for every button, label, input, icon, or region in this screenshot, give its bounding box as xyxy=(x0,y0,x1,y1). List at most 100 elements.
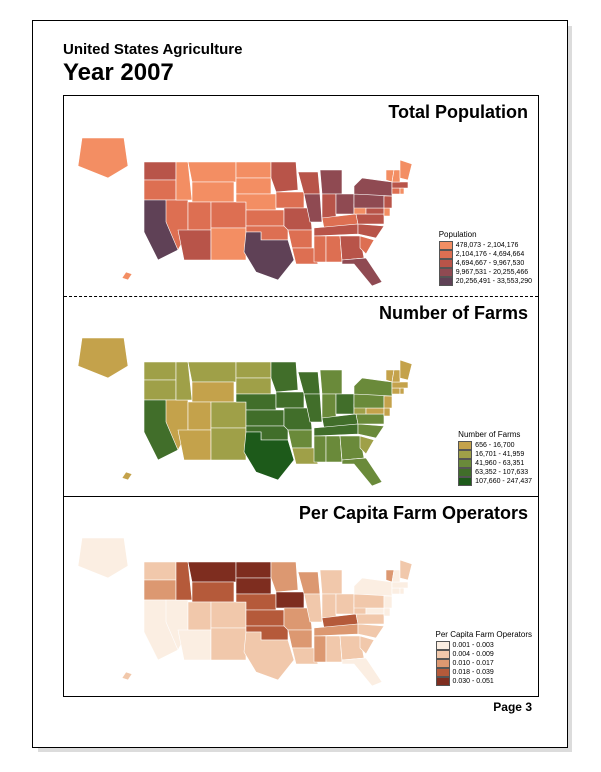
state-NJ xyxy=(384,396,392,408)
state-NC xyxy=(358,424,384,438)
state-OR xyxy=(144,580,176,600)
state-RI xyxy=(400,188,404,194)
legend-row: 0.004 - 0.009 xyxy=(436,650,532,659)
state-DE xyxy=(384,208,390,216)
state-AL xyxy=(326,636,342,662)
legend-swatch xyxy=(458,459,472,468)
legend-swatch xyxy=(436,650,450,659)
legend-row: 9,967,531 - 20,255,466 xyxy=(439,268,532,277)
legend-swatch xyxy=(436,677,450,686)
state-WY xyxy=(192,382,234,402)
state-OR xyxy=(144,180,176,200)
state-PA xyxy=(354,394,384,408)
page-number: Page 3 xyxy=(493,700,532,714)
state-ME xyxy=(400,360,412,380)
map-title: Number of Farms xyxy=(379,303,528,324)
state-CO xyxy=(211,402,246,428)
legend-label: 4,694,667 - 9,967,530 xyxy=(456,259,525,268)
state-IN xyxy=(322,194,336,218)
state-AZ xyxy=(178,230,211,260)
state-RI xyxy=(400,588,404,594)
legend-swatch xyxy=(436,641,450,650)
legend-label: 0.004 - 0.009 xyxy=(453,650,494,659)
state-CO xyxy=(211,602,246,628)
map-title: Total Population xyxy=(388,102,528,123)
state-IA xyxy=(276,592,304,608)
legend-label: 41,960 - 63,351 xyxy=(475,459,524,468)
state-NY xyxy=(354,578,392,596)
state-NM xyxy=(211,228,246,260)
legend-swatch xyxy=(439,259,453,268)
state-NJ xyxy=(384,196,392,208)
state-AZ xyxy=(178,630,211,660)
page-subtitle: United States Agriculture xyxy=(63,41,537,58)
state-MI xyxy=(320,370,342,394)
state-OH xyxy=(336,594,354,614)
state-AK xyxy=(78,538,128,578)
state-CO xyxy=(211,202,246,228)
legend-label: 656 - 16,700 xyxy=(475,441,514,450)
legend-swatch xyxy=(458,477,472,486)
state-HI xyxy=(122,272,132,280)
legend-label: 2,104,176 - 4,694,664 xyxy=(456,250,525,259)
state-MD xyxy=(366,408,384,414)
state-ND xyxy=(236,362,271,378)
state-AL xyxy=(326,436,342,462)
state-HI xyxy=(122,472,132,480)
legend-row: 656 - 16,700 xyxy=(458,441,532,450)
state-UT xyxy=(188,202,211,230)
state-MD xyxy=(366,608,384,614)
map-panel-farms: Number of Farms Number of Farms 656 - 16… xyxy=(64,296,538,496)
state-WA xyxy=(144,562,176,580)
state-FL xyxy=(342,458,382,486)
state-WI xyxy=(298,572,320,594)
legend-label: 0.010 - 0.017 xyxy=(453,659,494,668)
state-CT xyxy=(392,388,400,394)
state-MA xyxy=(392,582,408,588)
state-IA xyxy=(276,192,304,208)
maps-frame: Total Population Population 478,073 - 2,… xyxy=(63,95,539,697)
page-title: Year 2007 xyxy=(63,59,537,87)
state-FL xyxy=(342,658,382,686)
us-map-farms xyxy=(66,322,436,494)
state-KS xyxy=(246,610,284,626)
state-MT xyxy=(188,562,236,582)
state-PA xyxy=(354,194,384,208)
state-MS xyxy=(314,436,326,462)
legend-swatch xyxy=(436,659,450,668)
legend-swatch xyxy=(439,241,453,250)
state-MT xyxy=(188,162,236,182)
legend-row: 0.001 - 0.003 xyxy=(436,641,532,650)
state-IN xyxy=(322,394,336,418)
legend-label: 20,256,491 - 33,553,290 xyxy=(456,277,532,286)
state-WA xyxy=(144,162,176,180)
state-SD xyxy=(236,178,271,194)
state-KS xyxy=(246,210,284,226)
legend-swatch xyxy=(439,250,453,259)
legend-label: 0.001 - 0.003 xyxy=(453,641,494,650)
legend-farms: Number of Farms 656 - 16,700 16,701 - 41… xyxy=(458,430,532,486)
state-AZ xyxy=(178,430,211,460)
state-IA xyxy=(276,392,304,408)
legend-swatch xyxy=(458,450,472,459)
state-MN xyxy=(271,562,298,592)
state-MN xyxy=(271,362,298,392)
legend-row: 107,660 - 247,437 xyxy=(458,477,532,486)
state-ME xyxy=(400,160,412,180)
state-KS xyxy=(246,410,284,426)
page-header: United States Agriculture Year 2007 xyxy=(63,41,537,87)
legend-row: 16,701 - 41,959 xyxy=(458,450,532,459)
state-VA xyxy=(356,214,384,224)
state-NJ xyxy=(384,596,392,608)
state-WI xyxy=(298,172,320,194)
legend-swatch xyxy=(439,277,453,286)
legend-population: Population 478,073 - 2,104,176 2,104,176… xyxy=(439,230,532,286)
legend-row: 0.030 - 0.051 xyxy=(436,677,532,686)
state-TN xyxy=(314,224,358,236)
state-ND xyxy=(236,562,271,578)
state-WA xyxy=(144,362,176,380)
state-AR xyxy=(288,230,312,248)
state-TN xyxy=(314,624,358,636)
us-map-percapita xyxy=(66,522,436,694)
legend-row: 63,352 - 107,633 xyxy=(458,468,532,477)
